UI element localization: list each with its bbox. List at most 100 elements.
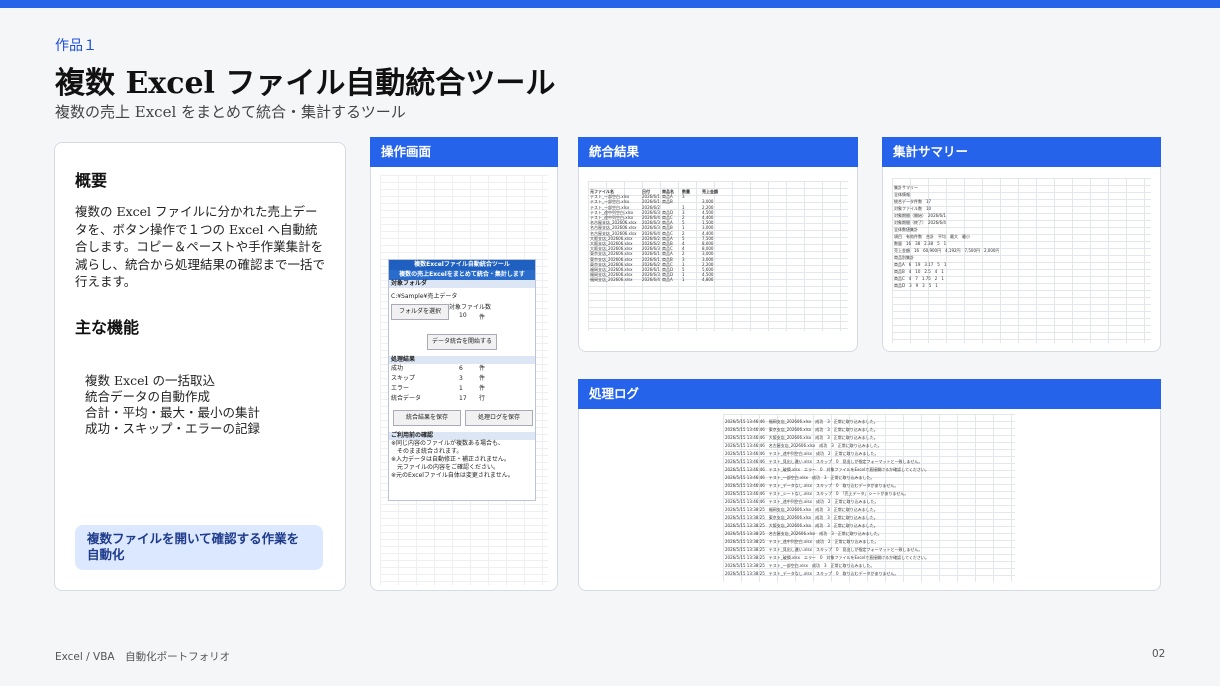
log-row: 2026/5/15 13:38:25 テスト_破損.xlsx エラー 0 対象フ… [725, 555, 929, 560]
summary-row: 項目 有効件数 合計 平均 最大 最小 [894, 234, 970, 239]
result-table: 元ファイル名 日付 商品名 数量 売上金額 テスト_一部空白.xlsx 2026/6/1 商品… [590, 189, 722, 283]
result-panel-header: 統合結果 [578, 137, 858, 167]
result-cell: 4,800 [702, 277, 714, 283]
result-cell: 商品A [662, 277, 673, 283]
save-log-button[interactable]: 処理ログを保存 [465, 410, 533, 426]
feature-item: 合計・平均・最大・最小の集計 [85, 405, 261, 420]
log-row: 2026/5/15 13:46:46 テスト_見出し違い.xlsx スキップ 0… [725, 459, 923, 464]
note-line: そのまま統合されます。 [391, 448, 463, 455]
log-row: 2026/5/15 13:46:46 テスト_シートなし.xlsx スキップ 0… [725, 491, 909, 496]
summary-row: 対象期間（開始） 2026/6/1 [894, 213, 946, 218]
tool-form: 複数Excelファイル自動統合ツール 複数の売上Excelをまとめて統合・集計し… [388, 259, 536, 501]
summary-sheet: 集計サマリー 全体情報 統合データ件数 17 対象ファイル数 10 対象期間（開始） 2… [892, 178, 1151, 343]
note-line: ※元のExcelファイル自体は変更されません。 [391, 472, 514, 479]
overview-card: 概要 複数の Excel ファイルに分かれた売上データを、ボタン操作で１つの E… [54, 142, 346, 591]
log-row: 2026/5/15 13:46:46 東京支店_202606.xlsx 成功 3… [725, 427, 878, 432]
result-label: 成功 [391, 365, 404, 372]
folder-section-label: 対象フォルダ [389, 280, 535, 288]
log-row: 2026/5/15 13:38:25 テスト_途中列空白.xlsx 成功 2 正… [725, 539, 879, 544]
log-row: 2026/5/15 13:46:46 大阪支店_202606.xlsx 成功 3… [725, 435, 878, 440]
form-subtitle: 複数の売上Excelをまとめて統合・集計します [389, 270, 535, 280]
work-number: 作品１ [55, 38, 97, 54]
result-cell: 1 [682, 277, 685, 283]
summary-row: 全体数値集計 [894, 227, 918, 232]
result-cell: 福岡支店_202606.xlsx [590, 277, 633, 283]
result-value: 3 [459, 375, 463, 382]
result-value: 6 [459, 365, 463, 372]
log-row: 2026/5/15 13:46:46 テスト_破損.xlsx エラー 0 対象フ… [725, 467, 929, 472]
log-row: 2026/5/15 13:46:46 テスト_途中列空白.xlsx 成功 2 正… [725, 499, 879, 504]
overview-description: 複数の Excel ファイルに分かれた売上データを、ボタン操作で１つの Exce… [75, 204, 326, 289]
result-value: 1 [459, 385, 463, 392]
notes-section-label: ご利用前の確認 [389, 432, 535, 440]
log-row: 2026/5/15 13:46:46 テスト_データなし.xlsx スキップ 0… [725, 483, 899, 488]
operation-panel-header: 操作画面 [370, 137, 558, 167]
result-data-row: 福岡支店_202606.xlsx 2026/6/4 商品A 1 4,800 [590, 277, 722, 282]
log-row: 2026/5/15 13:46:46 テスト_一部空白.xlsx 成功 3 正常… [725, 475, 875, 480]
log-row: 2026/5/15 13:38:25 大阪支店_202606.xlsx 成功 3… [725, 523, 878, 528]
summary-row: 売上金額 16 60,900円 4,192円 7,500円 2,000円 [894, 248, 1000, 253]
folder-path: C:¥Sample¥売上データ [391, 293, 458, 300]
features-list: 複数 Excel の一括取込 統合データの自動作成 合計・平均・最大・最小の集計… [85, 373, 260, 437]
result-unit: 件 [479, 385, 486, 392]
log-table: 2026/5/15 13:46:46 福岡支店_202606.xlsx 成功 3… [725, 418, 929, 578]
result-unit: 件 [479, 375, 486, 382]
log-row: 2026/5/15 13:38:25 東京支店_202606.xlsx 成功 3… [725, 515, 878, 520]
form-title: 複数Excelファイル自動統合ツール [389, 260, 535, 270]
result-row: スキップ 3 件 [389, 374, 535, 384]
footer-text: Excel / VBA 自動化ポートフォリオ [55, 651, 231, 663]
summary-row: 商品A 6 19 3.17 5 1 [894, 262, 947, 267]
notes-list: ※同じ内容のファイルが複数ある場合も、 そのまま統合されます。 ※入力データは自動… [389, 440, 535, 480]
summary-row: 集計サマリー [894, 185, 918, 190]
highlight-badge: 複数ファイルを開いて確認する作業を自動化 [75, 525, 323, 570]
summary-row: 対象期間（終了） 2026/6/4 [894, 220, 946, 225]
result-cell: 商品B [662, 199, 673, 205]
summary-table: 集計サマリー 全体情報 統合データ件数 17 対象ファイル数 10 対象期間（開始） 2… [894, 184, 999, 289]
summary-row: 統合データ件数 17 [894, 199, 932, 204]
file-count-label: 対象ファイル数 [449, 304, 492, 311]
result-label: スキップ [391, 375, 416, 382]
result-value: 17 [459, 395, 467, 402]
result-label: エラー [391, 385, 410, 392]
feature-item: 成功・スキップ・エラーの記録 [85, 421, 261, 436]
page-title: 複数 Excel ファイル自動統合ツール [55, 66, 556, 101]
log-row: 2026/5/15 13:38:25 名古屋支店_202606.xlsx 成功 … [725, 531, 882, 536]
file-count-unit: 件 [479, 314, 486, 321]
feature-item: 統合データの自動作成 [85, 389, 211, 404]
log-row: 2026/5/15 13:46:46 福岡支店_202606.xlsx 成功 3… [725, 419, 878, 424]
note-line: 元ファイルの内容をご確認ください。 [391, 464, 500, 471]
summary-row: 数量 16 38 2.38 5 1 [894, 241, 947, 246]
summary-row: 商品別集計 [894, 255, 914, 260]
summary-row: 商品C 4 7 1.75 2 1 [894, 276, 944, 281]
result-cell: 2026/6/4 [642, 277, 660, 283]
summary-row: 商品B 4 10 2.5 4 1 [894, 269, 944, 274]
start-merge-button[interactable]: データ統合を開始する [427, 334, 497, 350]
summary-row: 商品D 3 9 3 5 1 [894, 283, 938, 288]
top-accent-bar [0, 0, 1220, 8]
feature-item: 複数 Excel の一括取込 [85, 373, 216, 388]
result-row: エラー 1 件 [389, 384, 535, 394]
result-rows: 成功 6 件スキップ 3 件エラー 1 件統合データ 17 行 [389, 364, 535, 404]
select-folder-button[interactable]: フォルダを選択 [391, 304, 449, 320]
result-unit: 件 [479, 365, 486, 372]
page-subtitle: 複数の売上 Excel をまとめて統合・集計するツール [55, 103, 406, 121]
note-line: ※入力データは自動修正・補正されません。 [391, 456, 510, 463]
log-panel-header: 処理ログ [578, 379, 1161, 409]
log-row: 2026/5/15 13:38:25 テスト_見出し違い.xlsx スキップ 0… [725, 547, 923, 552]
overview-heading: 概要 [75, 171, 108, 190]
summary-row: 対象ファイル数 10 [894, 206, 932, 211]
features-heading: 主な機能 [75, 318, 140, 337]
log-row: 2026/5/15 13:38:25 福岡支店_202606.xlsx 成功 3… [725, 507, 878, 512]
summary-panel-header: 集計サマリー [882, 137, 1161, 167]
log-row: 2026/5/15 13:46:46 テスト_途中列空白.xlsx 成功 2 正… [725, 451, 879, 456]
result-row: 成功 6 件 [389, 364, 535, 374]
result-sheet: 元ファイル名 日付 商品名 数量 売上金額 テスト_一部空白.xlsx 2026/6/1 商品… [588, 181, 848, 331]
log-row: 2026/5/15 13:46:46 名古屋支店_202606.xlsx 成功 … [725, 443, 882, 448]
log-sheet: 2026/5/15 13:46:46 福岡支店_202606.xlsx 成功 3… [723, 414, 1015, 582]
result-section-label: 処理結果 [389, 356, 535, 364]
page-number: 02 [1152, 648, 1166, 660]
log-row: 2026/5/15 13:38:25 テスト_一部空白.xlsx 成功 3 正常… [725, 563, 875, 568]
save-result-button[interactable]: 統合結果を保存 [393, 410, 461, 426]
result-row: 統合データ 17 行 [389, 394, 535, 404]
note-line: ※同じ内容のファイルが複数ある場合も、 [391, 440, 504, 447]
